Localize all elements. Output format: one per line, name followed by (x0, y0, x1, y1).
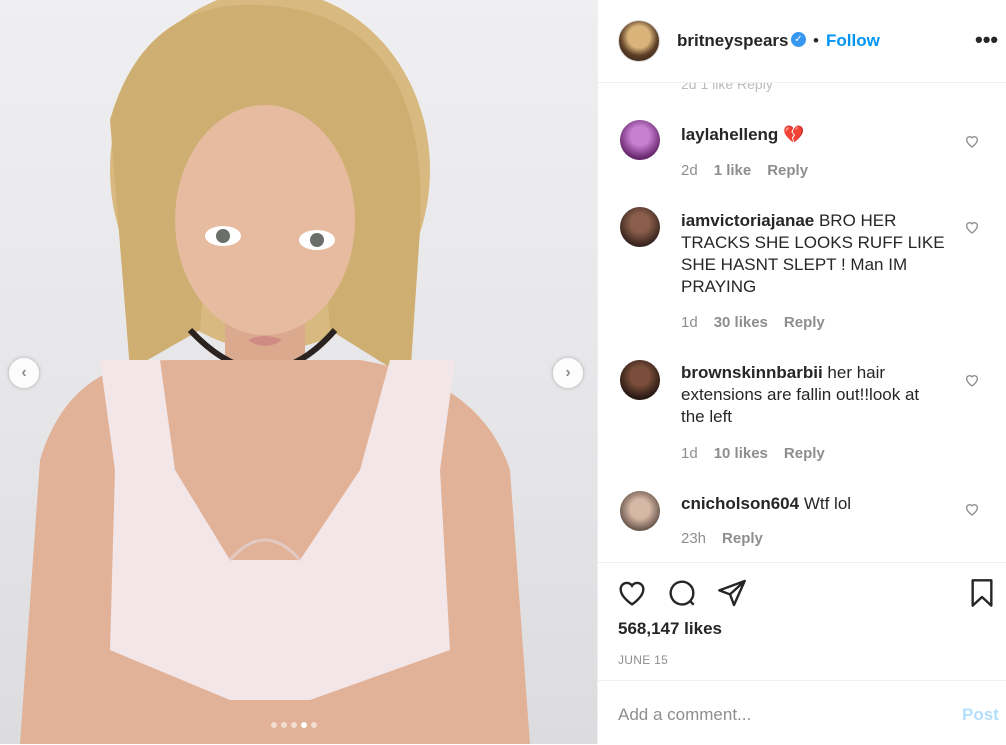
comment-heart-icon[interactable] (964, 372, 980, 388)
comment-time[interactable]: 2d (681, 162, 698, 179)
comment-time[interactable]: 23h (681, 530, 706, 547)
follow-separator: • (813, 31, 819, 50)
carousel-dot (271, 722, 277, 728)
post-comment-button[interactable]: Post (962, 705, 999, 725)
comment-meta: 1d 10 likes Reply (681, 445, 825, 462)
carousel-next-button[interactable]: › (553, 358, 583, 388)
comment-time[interactable]: 1d (681, 314, 698, 331)
commenter-username[interactable]: iamvictoriajanae (681, 211, 814, 230)
carousel-dot (301, 722, 307, 728)
comment-meta: 2d 1 like Reply (681, 162, 808, 179)
commenter-avatar[interactable] (620, 207, 660, 247)
reply-button[interactable]: Reply (784, 314, 825, 331)
comment-text: Wtf lol (799, 494, 852, 513)
author-avatar[interactable] (618, 20, 660, 62)
comment-time[interactable]: 1d (681, 445, 698, 462)
comment-composer: Add a comment... Post (598, 680, 1006, 745)
commenter-avatar[interactable] (620, 120, 660, 160)
post-date[interactable]: JUNE 15 (618, 653, 668, 667)
comment-meta: 1d 30 likes Reply (681, 314, 825, 331)
verified-badge-icon: ✓ (791, 32, 806, 47)
comment-heart-icon[interactable] (964, 501, 980, 517)
carousel-indicator (271, 722, 317, 728)
comment-meta: 23h Reply (681, 530, 763, 547)
comment-likes[interactable]: 10 likes (714, 445, 768, 462)
bookmark-icon[interactable] (966, 577, 998, 609)
commenter-username[interactable]: laylahelleng (681, 125, 778, 144)
commenter-avatar[interactable] (620, 491, 660, 531)
photo-illustration (20, 0, 530, 744)
comment-bubble-icon[interactable] (666, 577, 698, 609)
post-side-panel: britneyspears ✓ • Follow ••• 2d 1 like R… (597, 0, 1006, 744)
comment-heart-icon[interactable] (964, 219, 980, 235)
more-options-icon[interactable]: ••• (975, 27, 998, 53)
chevron-right-icon: › (565, 364, 571, 381)
follow-button[interactable]: Follow (826, 31, 880, 51)
carousel-prev-button[interactable]: ‹ (9, 358, 39, 388)
chevron-left-icon: ‹ (21, 364, 27, 381)
reply-button[interactable]: Reply (784, 445, 825, 462)
post-actions: 568,147 likes JUNE 15 (598, 562, 1006, 681)
paper-plane-icon[interactable] (716, 577, 748, 609)
carousel-dot (311, 722, 317, 728)
reply-button[interactable]: Reply (767, 162, 808, 179)
comment-likes[interactable]: 30 likes (714, 314, 768, 331)
reply-button[interactable]: Reply (722, 530, 763, 547)
carousel-dot (281, 722, 287, 728)
commenter-username[interactable]: cnicholson604 (681, 494, 799, 513)
likes-count[interactable]: 568,147 likes (618, 619, 722, 639)
commenter-avatar[interactable] (620, 360, 660, 400)
post-header: britneyspears ✓ • Follow ••• (598, 0, 1006, 83)
carousel-dot (291, 722, 297, 728)
author-username[interactable]: britneyspears (677, 31, 789, 51)
heart-icon[interactable] (616, 577, 648, 609)
add-comment-input[interactable]: Add a comment... (618, 705, 751, 725)
comment-text: 💔 (778, 125, 805, 144)
comment-heart-icon[interactable] (964, 133, 980, 149)
commenter-username[interactable]: brownskinnbarbii (681, 363, 823, 382)
comment-likes[interactable]: 1 like (714, 162, 752, 179)
post-photo: ‹ › (0, 0, 597, 744)
